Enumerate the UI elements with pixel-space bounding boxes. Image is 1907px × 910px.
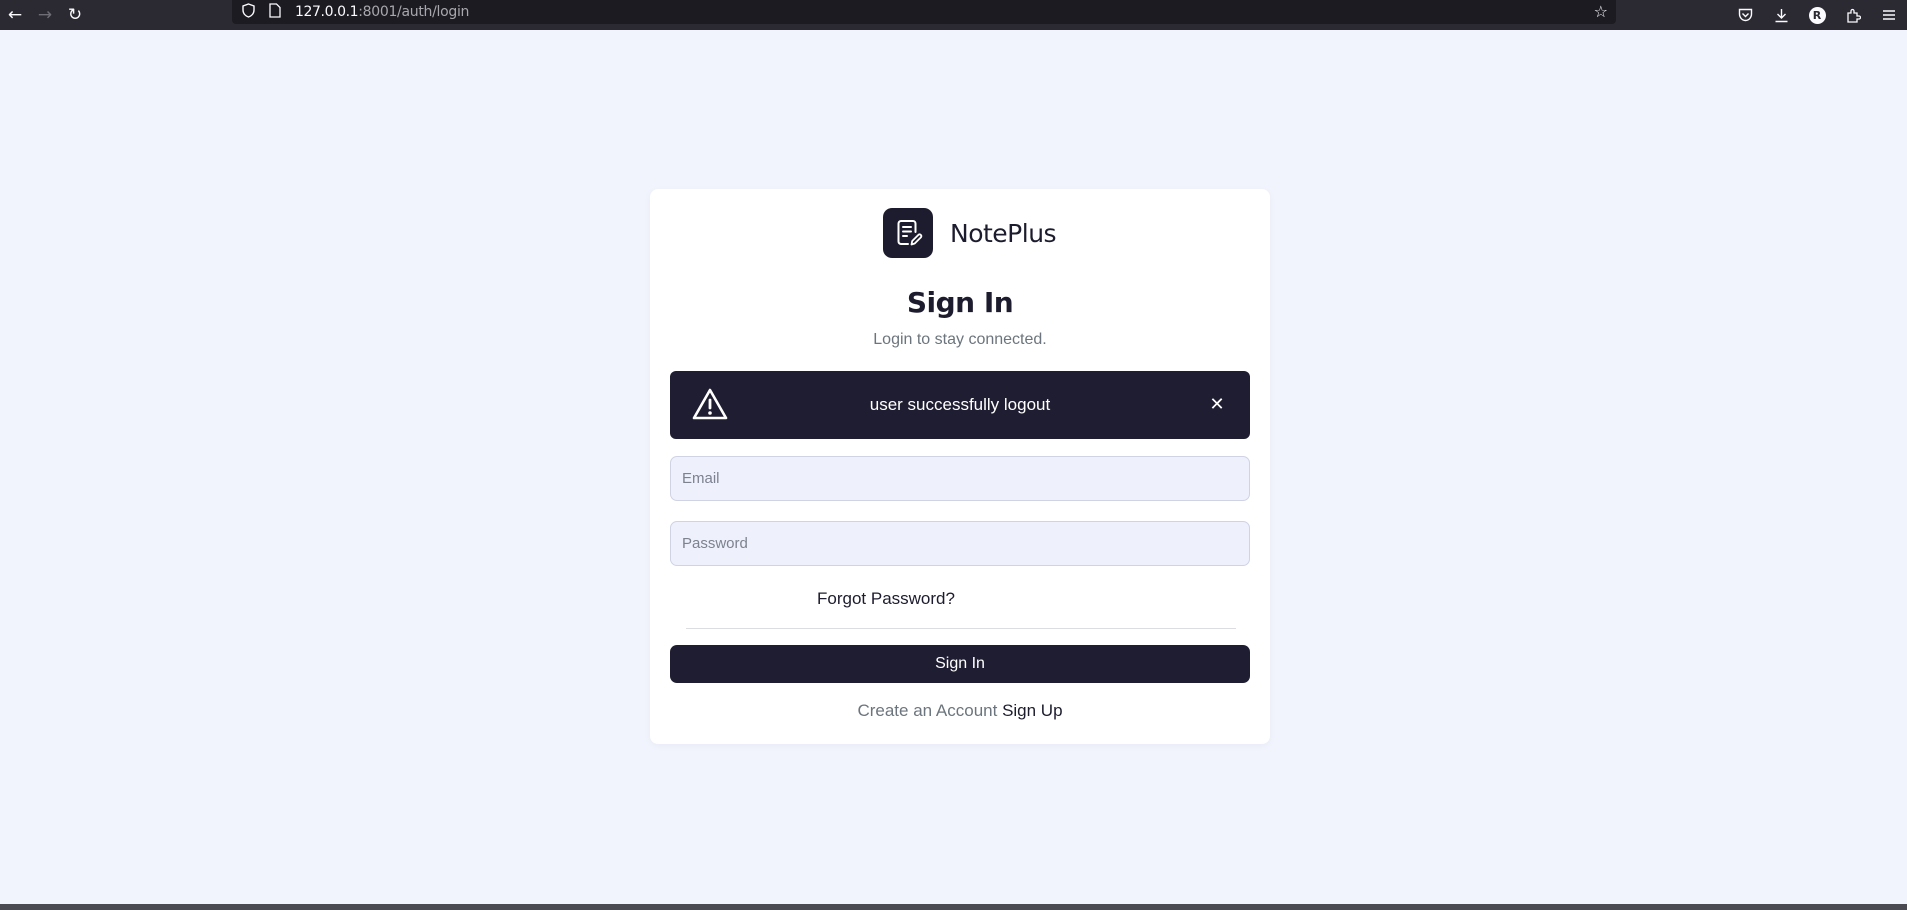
menu-icon[interactable] xyxy=(1871,0,1907,30)
signup-prompt: Create an Account Sign Up xyxy=(650,701,1270,721)
back-icon[interactable]: ← xyxy=(0,0,30,30)
close-icon[interactable]: ✕ xyxy=(1206,393,1228,415)
address-bar[interactable]: 127.0.0.1:8001/auth/login ☆ xyxy=(232,0,1616,24)
browser-toolbar: ← → ↻ 127.0.0.1:8001/auth/login ☆ R xyxy=(0,0,1907,30)
forward-icon[interactable]: → xyxy=(30,0,60,30)
pocket-icon[interactable] xyxy=(1727,0,1763,30)
toolbar-right: R xyxy=(1727,0,1907,30)
url-path: :8001/auth/login xyxy=(358,4,470,20)
account-avatar-icon[interactable]: R xyxy=(1799,0,1835,30)
note-edit-icon xyxy=(883,208,933,258)
extensions-icon[interactable] xyxy=(1835,0,1871,30)
divider xyxy=(686,628,1236,629)
sign-up-link[interactable]: Sign Up xyxy=(1002,701,1062,720)
login-card: NotePlus Sign In Login to stay connected… xyxy=(650,189,1270,744)
bottom-edge xyxy=(0,904,1907,910)
download-icon[interactable] xyxy=(1763,0,1799,30)
password-field[interactable] xyxy=(670,521,1250,566)
shield-icon[interactable] xyxy=(242,2,255,22)
avatar: R xyxy=(1808,6,1826,24)
create-account-text: Create an Account xyxy=(857,701,998,720)
logout-alert: user successfully logout ✕ xyxy=(670,371,1250,439)
bookmark-star-icon[interactable]: ☆ xyxy=(1594,2,1608,21)
page-subtitle: Login to stay connected. xyxy=(873,331,1047,348)
reload-icon[interactable]: ↻ xyxy=(60,0,90,30)
url-host: 127.0.0.1 xyxy=(295,4,359,20)
page-icon xyxy=(269,2,281,22)
page-title: Sign In xyxy=(906,286,1014,319)
brand-name: NotePlus xyxy=(950,218,1057,248)
email-field[interactable] xyxy=(670,456,1250,501)
brand[interactable]: NotePlus xyxy=(883,208,1057,258)
alert-message: user successfully logout xyxy=(869,395,1051,414)
forgot-password-link[interactable]: Forgot Password? xyxy=(817,589,955,609)
sign-in-button[interactable]: Sign In xyxy=(670,645,1250,683)
